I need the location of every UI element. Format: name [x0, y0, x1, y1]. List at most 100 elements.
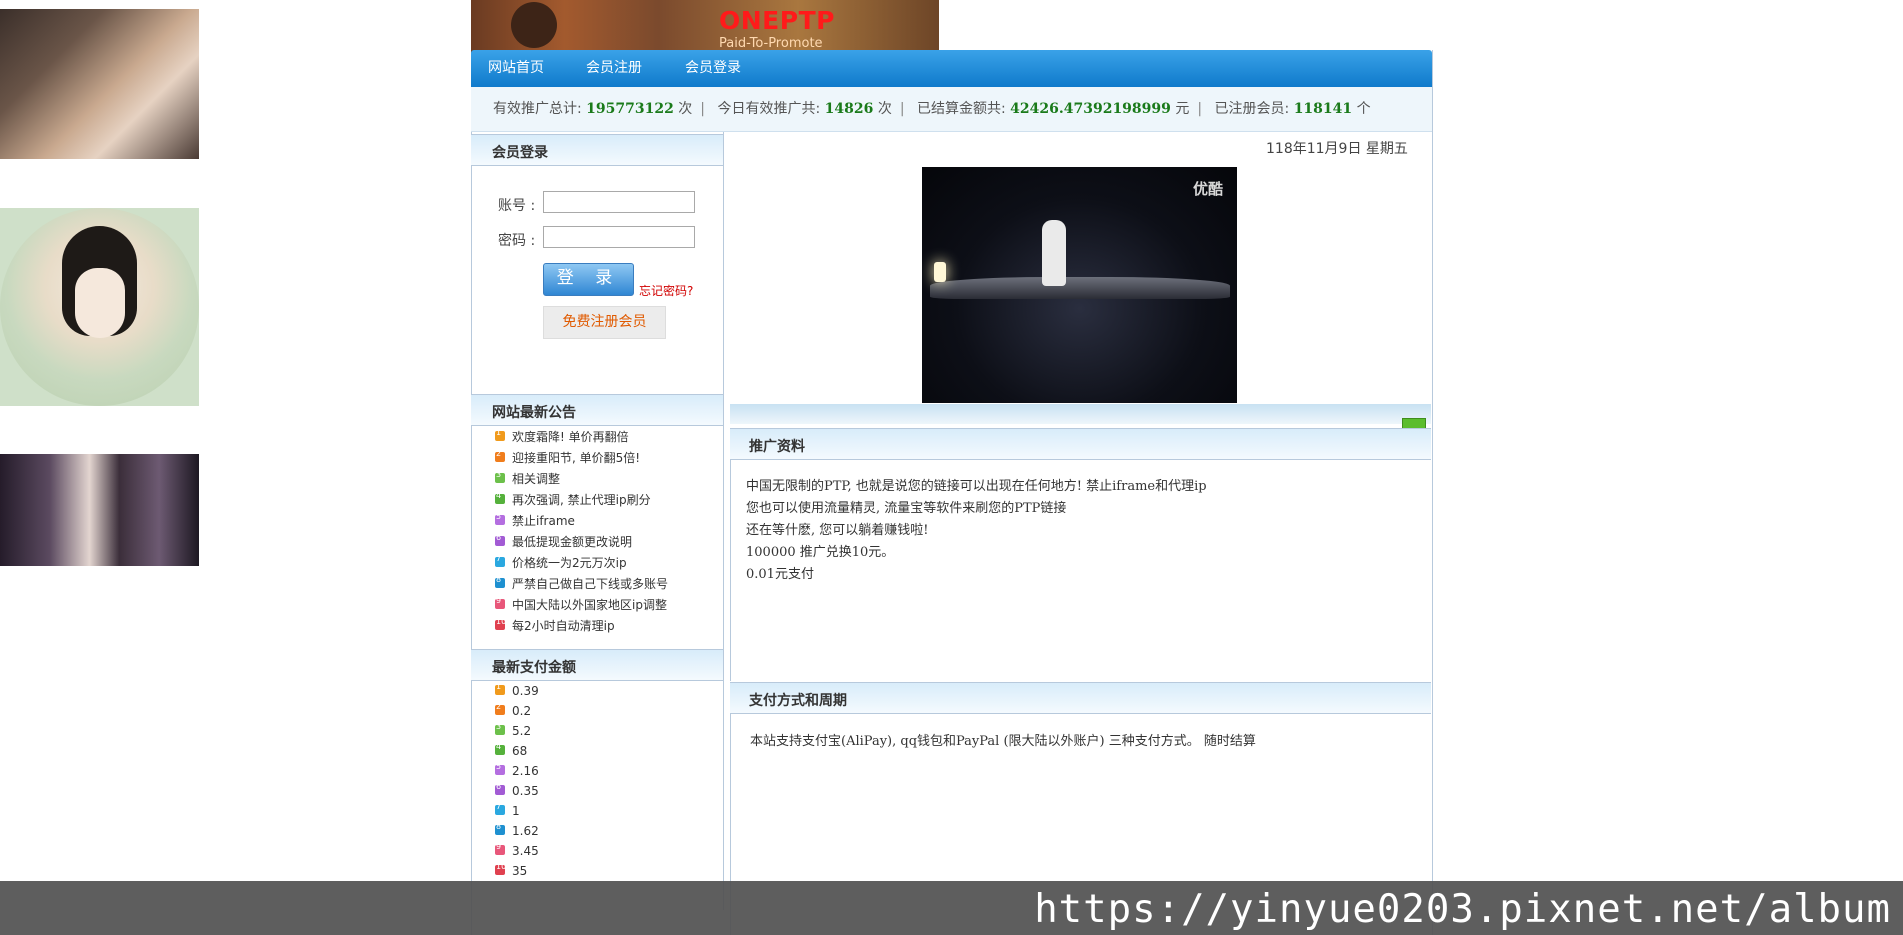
promo-heading: 推广资料 [749, 439, 805, 455]
announcement-item-label: 价格统一为2元万次ip [512, 556, 627, 570]
password-input[interactable] [543, 226, 695, 248]
promo-heading-bar: 推广资料 [730, 428, 1431, 460]
payment-info-heading-bar: 支付方式和周期 [730, 682, 1431, 714]
stat-today-value: 14826 [824, 101, 874, 117]
payment-item[interactable]: 6 0.35 [495, 782, 539, 798]
video-player[interactable]: 优酷 [922, 167, 1237, 403]
announcements-heading-bar: 网站最新公告 [471, 394, 723, 426]
stat-paid-unit: 元 [1175, 101, 1190, 117]
promo-content: 中国无限制的PTP, 也就是说您的链接可以出现在任何地方! 禁止iframe和代… [730, 459, 1432, 681]
stat-total-value: 195773122 [586, 101, 674, 117]
password-label: 密码 : [498, 233, 536, 249]
rank-badge-icon: 2 [495, 702, 505, 715]
announcement-item[interactable]: 6 最低提现金额更改说明 [495, 533, 632, 550]
payment-item[interactable]: 9 3.45 [495, 842, 539, 858]
portrait-photo-2 [0, 208, 199, 406]
announcement-item-label: 禁止iframe [512, 514, 575, 528]
payments-heading-bar: 最新支付金额 [471, 649, 723, 681]
rank-badge-icon: 5 [495, 512, 505, 525]
announcement-item-label: 每2小时自动清理ip [512, 619, 615, 633]
promo-line: 还在等什麽, 您可以躺着赚钱啦! [746, 523, 929, 538]
payment-item[interactable]: 2 0.2 [495, 702, 532, 718]
payment-item[interactable]: 1 0.39 [495, 682, 539, 698]
announcement-item-label: 中国大陆以外国家地区ip调整 [512, 598, 667, 612]
stat-total-unit: 次 [678, 101, 693, 117]
payment-item[interactable]: 4 68 [495, 742, 528, 758]
rank-badge-icon: 5 [495, 762, 505, 775]
promo-line: 0.01元支付 [746, 567, 814, 582]
stat-today-unit: 次 [877, 101, 892, 117]
rank-badge-icon: 4 [495, 491, 505, 504]
nav-register[interactable]: 会员注册 [586, 57, 642, 77]
payment-info-heading: 支付方式和周期 [749, 693, 847, 709]
video-watermark: 优酷 [1192, 180, 1223, 198]
rank-badge-icon: 9 [495, 842, 505, 855]
login-heading: 会员登录 [492, 145, 548, 161]
announcement-item[interactable]: 9 中国大陆以外国家地区ip调整 [495, 596, 667, 613]
rank-badge-icon: 1 [495, 682, 505, 695]
announcement-item-label: 再次强调, 禁止代理ip刷分 [512, 493, 651, 507]
payment-item-label: 1.62 [512, 824, 539, 838]
payment-item[interactable]: 8 1.62 [495, 822, 539, 838]
stats-bar: 有效推广总计: 195773122 次 | 今日有效推广共: 14826 次 | 已… [471, 87, 1432, 132]
payment-item-label: 1 [512, 804, 520, 818]
announcement-item[interactable]: 3 相关调整 [495, 470, 560, 487]
stat-members-value: 118141 [1293, 101, 1353, 117]
stat-members-unit: 个 [1356, 101, 1371, 117]
payment-item[interactable]: 5 2.16 [495, 762, 539, 778]
nav-home[interactable]: 网站首页 [488, 57, 544, 77]
payment-item-label: 0.39 [512, 684, 539, 698]
stat-paid-value: 42426.47392198999 [1010, 101, 1171, 117]
rank-badge-icon: 8 [495, 575, 505, 588]
login-heading-bar: 会员登录 [471, 134, 723, 166]
rank-badge-icon: 6 [495, 782, 505, 795]
announcement-item-label: 严禁自己做自己下线或多账号 [512, 577, 669, 591]
announcement-item[interactable]: 1 欢度霜降! 单价再翻倍 [495, 428, 629, 445]
main-nav: 网站首页 会员注册 会员登录 [471, 50, 1432, 87]
payment-item-label: 68 [512, 744, 528, 758]
rank-badge-icon: 3 [495, 470, 505, 483]
rank-badge-icon: 2 [495, 449, 505, 462]
payment-info-text: 本站支持支付宝(AliPay), qq钱包和PayPal (限大陆以外账户) 三… [750, 734, 1256, 749]
promo-line: 您也可以使用流量精灵, 流量宝等软件来刷您的PTP链接 [746, 501, 1067, 516]
announcement-item[interactable]: 8 严禁自己做自己下线或多账号 [495, 575, 668, 592]
account-label: 账号 : [498, 198, 536, 214]
nav-login[interactable]: 会员登录 [685, 57, 741, 77]
site-banner[interactable]: ONEPTP Paid-To-Promote [471, 0, 939, 56]
login-button[interactable]: 登 录 [543, 263, 634, 296]
stat-today-label: 今日有效推广共: [717, 101, 821, 117]
announcements-heading: 网站最新公告 [492, 405, 576, 421]
payment-item[interactable]: 10 35 [495, 862, 528, 878]
announcement-item[interactable]: 10 每2小时自动清理ip [495, 617, 615, 634]
payment-item-label: 35 [512, 864, 528, 878]
rank-badge-icon: 1 [495, 428, 505, 441]
watermark-url: https://yinyue0203.pixnet.net/album [1034, 887, 1891, 932]
stat-members-label: 已注册会员: [1214, 101, 1290, 117]
announcement-item-label: 最低提现金额更改说明 [512, 535, 633, 549]
slider-strip [730, 404, 1431, 424]
register-button[interactable]: 免费注册会员 [543, 306, 666, 339]
payment-item[interactable]: 71 [495, 802, 520, 818]
rank-badge-icon: 3 [495, 722, 505, 735]
announcement-item[interactable]: 7 价格统一为2元万次ip [495, 554, 627, 571]
payment-item-label: 2.16 [512, 764, 539, 778]
account-input[interactable] [543, 191, 695, 213]
forgot-password-link[interactable]: 忘记密码? [639, 282, 693, 299]
payment-item[interactable]: 3 5.2 [495, 722, 531, 738]
portrait-photo-3 [0, 454, 199, 566]
payment-item-label: 0.2 [512, 704, 532, 718]
rank-badge-icon: 7 [495, 554, 505, 567]
announcement-item[interactable]: 4 再次强调, 禁止代理ip刷分 [495, 491, 651, 508]
announcement-item[interactable]: 5 禁止iframe [495, 512, 575, 529]
promo-line: 100000 推广兑换10元。 [746, 545, 895, 560]
payment-item-label: 3.45 [512, 844, 539, 858]
announcement-item[interactable]: 2 迎接重阳节, 单价翻5倍! [495, 449, 640, 466]
watermark-overlay: https://yinyue0203.pixnet.net/album [0, 881, 1903, 935]
payment-item-label: 0.35 [512, 784, 539, 798]
portrait-photo-1 [0, 9, 199, 159]
rank-badge-icon: 10 [495, 617, 506, 630]
announcement-item-label: 相关调整 [512, 472, 561, 486]
promo-line: 中国无限制的PTP, 也就是说您的链接可以出现在任何地方! 禁止iframe和代… [746, 479, 1207, 494]
rank-badge-icon: 10 [495, 862, 506, 875]
rank-badge-icon: 8 [495, 822, 505, 835]
